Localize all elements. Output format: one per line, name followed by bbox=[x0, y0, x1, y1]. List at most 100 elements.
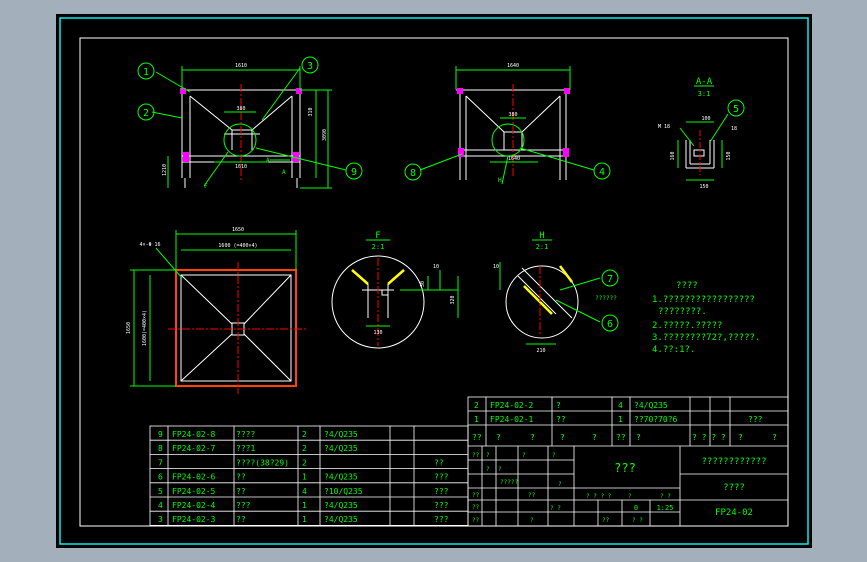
aa-dim-b: 150 bbox=[699, 184, 708, 190]
notes-line-2: ????????. bbox=[658, 307, 707, 317]
bom-cell-name: ?? bbox=[236, 473, 246, 482]
upper-bom-row-2-name: ? bbox=[556, 401, 561, 410]
notes-line-1: 1.????????????????? bbox=[652, 295, 755, 305]
bom-cell-mat: ?4/Q235 bbox=[324, 501, 358, 510]
bom-cell-note: ?? bbox=[434, 458, 444, 467]
bom-cell-no: 6 bbox=[158, 473, 163, 482]
upper-bom-row-2-qty: 4 bbox=[618, 401, 623, 410]
upper-bom-row-1-qty: 1 bbox=[618, 415, 623, 424]
plan-dim-left1: 1650 bbox=[126, 322, 132, 334]
front-detail-f: F bbox=[204, 183, 208, 190]
unit-name: ???? bbox=[723, 483, 745, 493]
title-block-cell: ? bbox=[486, 466, 490, 473]
bom-cell-name: ?? bbox=[236, 515, 246, 524]
aa-dim-w1: 100 bbox=[701, 116, 710, 122]
bom-cell-no: 9 bbox=[158, 430, 163, 439]
bom-cell-no: 8 bbox=[158, 444, 163, 453]
bom-cell-note: ??? bbox=[434, 487, 449, 496]
bom-cell-code: FP24-02-4 bbox=[172, 501, 216, 510]
title-block-cell: ? ? bbox=[632, 517, 643, 524]
section-aa-scale: 3:1 bbox=[698, 90, 711, 98]
aa-dim-h2: 150 bbox=[726, 151, 732, 160]
bom-cell-code: FP24-02-5 bbox=[172, 487, 216, 496]
bom-header-cell: ? bbox=[772, 433, 777, 442]
notes-line-4: 3.????????72?,?????. bbox=[652, 333, 760, 343]
balloon-1-label: 1 bbox=[143, 67, 149, 78]
detail-f-dim-a: 10 bbox=[433, 264, 439, 270]
detail-f-dim-c: 130 bbox=[373, 330, 382, 336]
bom-header-cell: ? bbox=[496, 433, 501, 442]
bom-cell-no: 5 bbox=[158, 487, 163, 496]
bom-cell-qty: 4 bbox=[302, 487, 307, 496]
title-block-cell: ? bbox=[486, 452, 490, 459]
detail-h-dim-b: 210 bbox=[536, 348, 545, 354]
title-block-cell: ?? bbox=[528, 492, 536, 499]
sheet-count: 0 bbox=[634, 504, 638, 512]
title-block-cell: ?? bbox=[472, 504, 480, 511]
balloon-6-label: 6 bbox=[607, 319, 613, 330]
bom-header-cell: ? bbox=[560, 433, 565, 442]
balloon-8-label: 8 bbox=[410, 168, 416, 179]
bom-cell-code: FP24-02-7 bbox=[172, 444, 216, 453]
plan-dim-top1: 1650 bbox=[232, 227, 244, 233]
title-block-cell: ? bbox=[558, 481, 562, 488]
notes-line-5: 4.??:1?. bbox=[652, 345, 695, 355]
balloon-5-label: 5 bbox=[733, 104, 739, 115]
bom-cell-qty: 2 bbox=[302, 430, 307, 439]
aa-dim-t: M 18 bbox=[658, 124, 670, 130]
bom-cell-note: ??? bbox=[434, 515, 449, 524]
balloon-3-label: 3 bbox=[307, 61, 313, 72]
plan-dim-left2: 1600(=400×4) bbox=[142, 310, 148, 346]
title-block-cell: ?? bbox=[472, 452, 480, 459]
drawing-sheet: 1 2 3 9 1610 380 1610 3090 310 1210 A A … bbox=[56, 14, 812, 548]
front-dim-top: 1610 bbox=[235, 63, 247, 69]
notes-line-3: 2.?????.????? bbox=[652, 321, 722, 331]
plan-dim-top2: 1600 (=400×4) bbox=[218, 243, 257, 249]
detail-h-note: ?????? bbox=[595, 295, 617, 302]
title-block-cell: ? ? bbox=[550, 505, 561, 512]
bom-cell-name: ?? bbox=[236, 487, 246, 496]
upper-bom-row-2-mat: ?4/Q235 bbox=[634, 401, 668, 410]
balloon-7-label: 7 bbox=[607, 274, 613, 285]
upper-bom-row-2-code: FP24-02-2 bbox=[490, 401, 534, 410]
side-dim-mid: 380 bbox=[508, 112, 517, 118]
detail-h-dim-a: 10 bbox=[493, 264, 499, 270]
bom-cell-qty: 2 bbox=[302, 444, 307, 453]
bom-cell-no: 4 bbox=[158, 501, 163, 510]
bom-cell-no: 7 bbox=[158, 458, 163, 467]
section-aa-title: A-A bbox=[696, 77, 713, 87]
notes-heading: ???? bbox=[676, 281, 698, 291]
front-dim-mid: 380 bbox=[236, 106, 245, 112]
title-block-cell: ?? bbox=[472, 492, 480, 499]
front-dim-height: 3090 bbox=[322, 129, 328, 141]
bom-header-cell: ? bbox=[530, 433, 535, 442]
upper-bom-row-2-no: 2 bbox=[474, 401, 479, 410]
bom-cell-qty: 1 bbox=[302, 515, 307, 524]
side-detail-h: H bbox=[498, 177, 502, 184]
bom-cell-name: ???? bbox=[236, 430, 255, 439]
drawing-scale: 1:25 bbox=[657, 504, 674, 512]
title-block-cell: ? bbox=[522, 452, 526, 459]
bom-cell-mat: ?10/Q235 bbox=[324, 487, 363, 496]
balloon-4-label: 4 bbox=[599, 167, 605, 178]
title-block-cell: ?? bbox=[602, 517, 610, 524]
title-block-cell: ? ? bbox=[660, 493, 671, 500]
bom-cell-no: 3 bbox=[158, 515, 163, 524]
aa-dim-h1: 160 bbox=[670, 151, 676, 160]
bom-cell-name: ??? bbox=[236, 501, 251, 510]
bom-cell-name: ???1 bbox=[236, 444, 255, 453]
detail-h-scale: 2:1 bbox=[536, 243, 549, 251]
balloon-2-label: 2 bbox=[143, 108, 149, 119]
bom-header-cell: ? bbox=[738, 433, 743, 442]
upper-bom-row-1-code: FP24-02-1 bbox=[490, 415, 534, 424]
aa-dim-w3: 18 bbox=[731, 126, 737, 132]
detail-f-dim-b: 30 bbox=[420, 281, 426, 287]
upper-bom-row-1-mat: ??70?70?6 bbox=[634, 415, 678, 424]
cad-drawing-canvas[interactable]: 1 2 3 9 1610 380 1610 3090 310 1210 A A … bbox=[0, 0, 867, 562]
bom-cell-qty: 2 bbox=[302, 458, 307, 467]
bom-header-cell: ? bbox=[636, 433, 641, 442]
bom-cell-qty: 1 bbox=[302, 501, 307, 510]
detail-h-title: H bbox=[539, 231, 544, 241]
front-section-a: A bbox=[266, 157, 270, 164]
bom-header-cell: ? ? ? ? bbox=[692, 433, 726, 442]
